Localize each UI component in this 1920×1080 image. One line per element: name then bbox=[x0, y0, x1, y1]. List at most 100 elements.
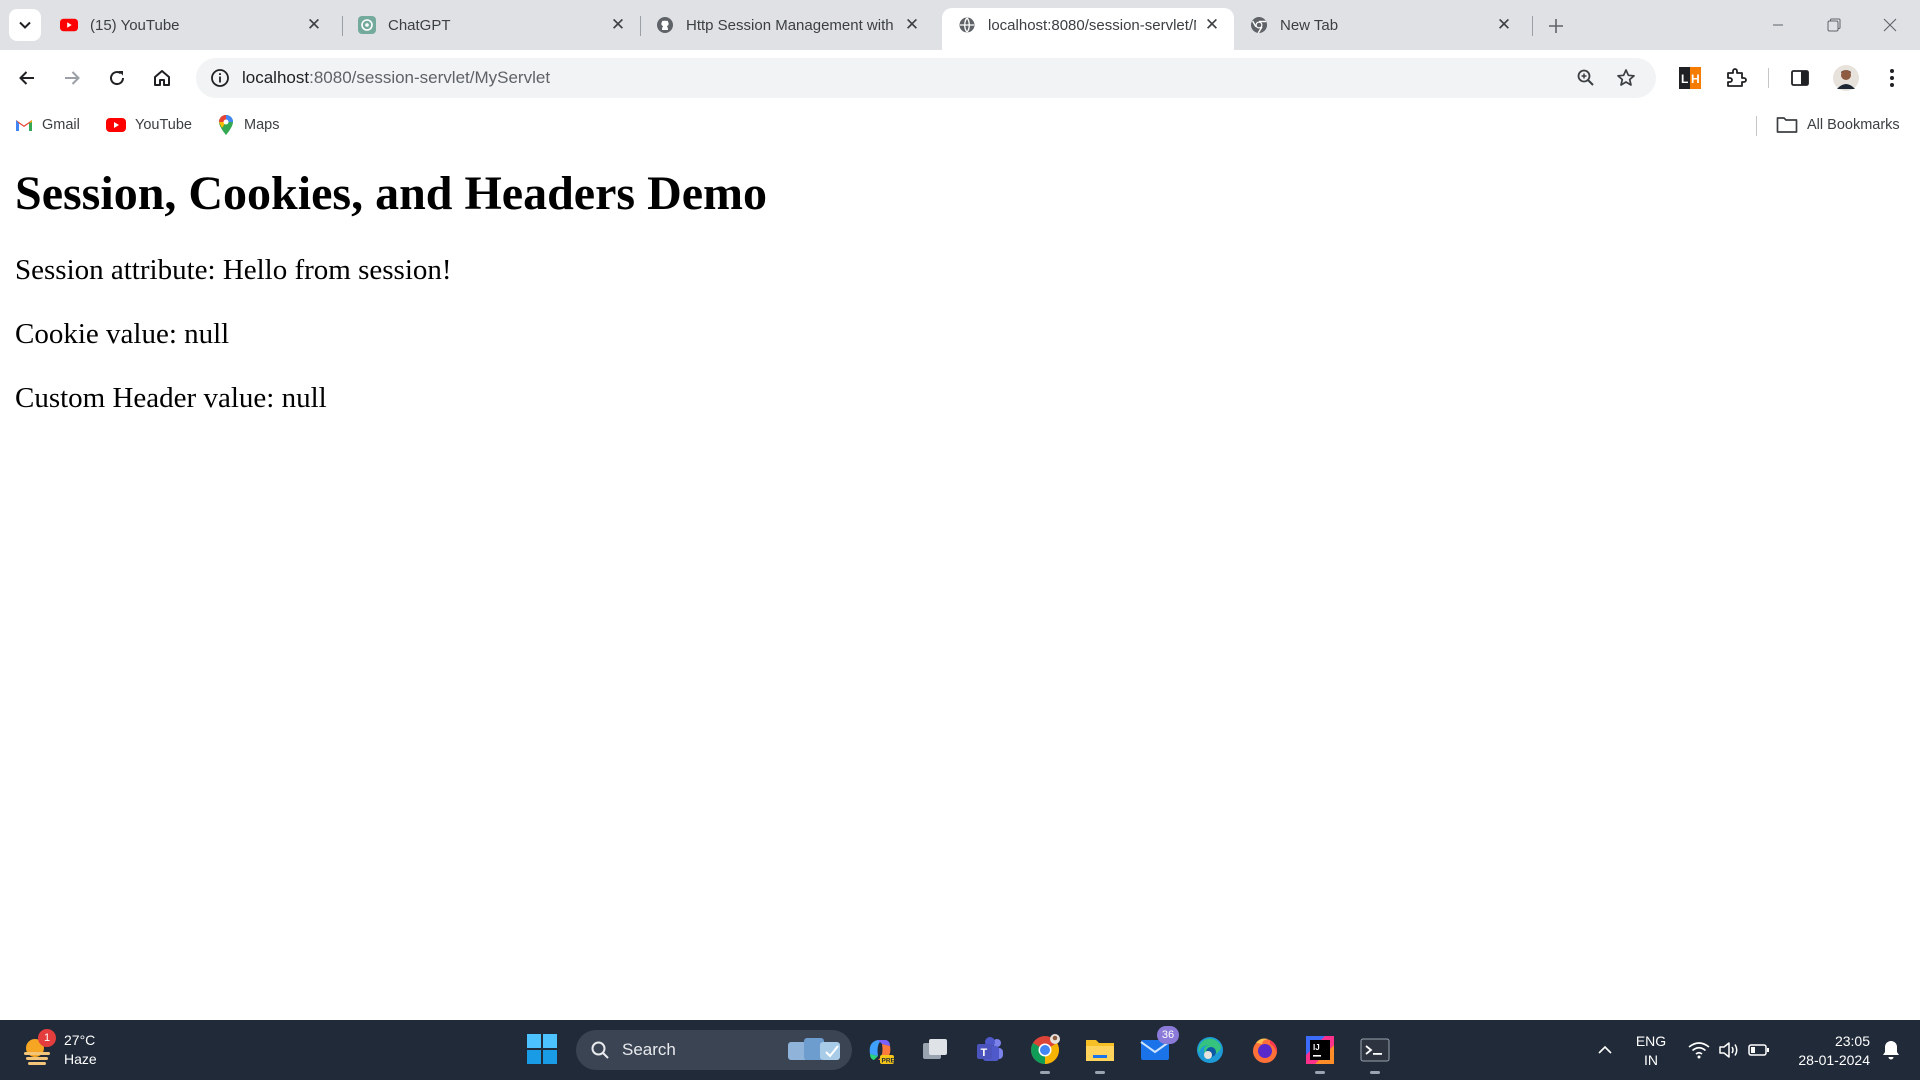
tab-youtube[interactable]: (15) YouTube ✕ bbox=[44, 8, 336, 42]
back-button[interactable] bbox=[9, 60, 45, 96]
zoom-icon[interactable] bbox=[1568, 60, 1604, 96]
running-indicator bbox=[1315, 1071, 1325, 1074]
toolbar-divider bbox=[1768, 68, 1769, 88]
weather-widget[interactable]: 1 27°C Haze bbox=[20, 1028, 97, 1072]
quick-settings-button[interactable] bbox=[1684, 1030, 1774, 1070]
address-bar[interactable]: localhost:8080/session-servlet/MyServlet bbox=[196, 58, 1656, 98]
intellij-button[interactable]: IJ bbox=[1300, 1030, 1340, 1074]
lh-extension-icon: LH bbox=[1679, 67, 1701, 89]
bookmark-gmail[interactable]: Gmail bbox=[15, 112, 80, 138]
bookmarks-bar: Gmail YouTube Maps All Bookmarks bbox=[0, 106, 1920, 144]
restore-button[interactable] bbox=[1806, 0, 1862, 50]
clock-date: 28-01-2024 bbox=[1798, 1052, 1870, 1068]
edge-icon bbox=[1197, 1037, 1223, 1063]
bookmark-star-icon[interactable] bbox=[1608, 60, 1644, 96]
close-icon[interactable]: ✕ bbox=[1494, 15, 1514, 35]
chrome-button[interactable] bbox=[1025, 1030, 1065, 1074]
intellij-icon: IJ bbox=[1306, 1036, 1334, 1064]
browser-menu-button[interactable] bbox=[1874, 60, 1910, 96]
gmail-icon bbox=[15, 116, 33, 134]
search-icon bbox=[591, 1041, 609, 1059]
svg-text:L: L bbox=[1681, 72, 1688, 86]
session-attribute-text: Session attribute: Hello from session! bbox=[15, 254, 452, 286]
close-icon[interactable]: ✕ bbox=[608, 15, 628, 35]
plus-icon bbox=[1549, 19, 1563, 33]
profile-avatar[interactable] bbox=[1828, 60, 1864, 96]
close-window-button[interactable] bbox=[1862, 0, 1918, 50]
tab-github[interactable]: Http Session Management with ✕ bbox=[640, 8, 938, 42]
weather-notification-badge: 1 bbox=[38, 1029, 56, 1047]
show-hidden-icons-button[interactable] bbox=[1590, 1030, 1620, 1070]
start-button[interactable] bbox=[526, 1033, 562, 1069]
all-bookmarks-label: All Bookmarks bbox=[1807, 117, 1900, 133]
teams-button[interactable]: T bbox=[970, 1030, 1010, 1070]
search-highlight-icon bbox=[788, 1038, 840, 1060]
taskbar-clock[interactable]: 23:05 28-01-2024 bbox=[1780, 1032, 1870, 1070]
language-region: IN bbox=[1644, 1052, 1658, 1068]
minimize-button[interactable] bbox=[1750, 0, 1806, 50]
youtube-icon bbox=[106, 116, 126, 134]
tab-localhost-active[interactable]: localhost:8080/session-servlet/M ✕ bbox=[942, 8, 1234, 50]
taskbar-search[interactable]: Search bbox=[576, 1030, 852, 1070]
copilot-button[interactable]: PRE bbox=[860, 1030, 900, 1070]
terminal-button[interactable] bbox=[1355, 1030, 1395, 1074]
tab-chatgpt[interactable]: ChatGPT ✕ bbox=[342, 8, 640, 42]
tab-new-tab[interactable]: New Tab ✕ bbox=[1234, 8, 1526, 42]
all-bookmarks-button[interactable]: All Bookmarks bbox=[1776, 112, 1900, 138]
home-icon bbox=[154, 70, 170, 86]
language-indicator[interactable]: ENG IN bbox=[1626, 1032, 1676, 1070]
forward-button[interactable] bbox=[54, 60, 90, 96]
edge-button[interactable] bbox=[1190, 1030, 1230, 1070]
lighthouse-extension-button[interactable]: LH bbox=[1672, 60, 1708, 96]
reload-button[interactable] bbox=[99, 60, 135, 96]
restore-icon bbox=[1827, 18, 1841, 32]
weather-haze-icon: 1 bbox=[20, 1029, 56, 1067]
search-label: Search bbox=[622, 1040, 676, 1059]
copilot-icon: PRE bbox=[869, 1040, 896, 1065]
maps-icon bbox=[217, 115, 235, 135]
chrome-icon bbox=[1031, 1034, 1060, 1064]
file-explorer-icon bbox=[1086, 1040, 1114, 1061]
tab-search-button[interactable] bbox=[9, 9, 41, 41]
bookmark-youtube[interactable]: YouTube bbox=[106, 112, 192, 138]
close-icon[interactable]: ✕ bbox=[304, 15, 324, 35]
custom-header-value-text: Custom Header value: null bbox=[15, 382, 327, 414]
volume-icon bbox=[1719, 1042, 1738, 1058]
youtube-icon bbox=[60, 16, 78, 34]
weather-condition: Haze bbox=[64, 1051, 97, 1067]
mail-button[interactable]: 36 bbox=[1135, 1026, 1179, 1070]
page-content: Session, Cookies, and Headers Demo Sessi… bbox=[0, 144, 1920, 1020]
extensions-button[interactable] bbox=[1718, 60, 1754, 96]
close-icon[interactable]: ✕ bbox=[902, 15, 922, 35]
url-host: localhost bbox=[242, 68, 310, 87]
tab-title: Http Session Management with bbox=[686, 16, 894, 34]
svg-text:T: T bbox=[981, 1047, 988, 1059]
task-view-icon bbox=[923, 1039, 947, 1059]
browser-toolbar: localhost:8080/session-servlet/MyServlet… bbox=[0, 50, 1920, 106]
chatgpt-icon bbox=[358, 16, 376, 34]
close-icon[interactable]: ✕ bbox=[1202, 15, 1222, 35]
weather-text: 27°C Haze bbox=[64, 1031, 97, 1069]
tab-title: (15) YouTube bbox=[90, 16, 180, 34]
address-url[interactable]: localhost:8080/session-servlet/MyServlet bbox=[242, 68, 550, 88]
firefox-button[interactable] bbox=[1245, 1030, 1285, 1070]
tab-title: ChatGPT bbox=[388, 16, 451, 34]
language-code: ENG bbox=[1635, 1033, 1667, 1049]
puzzle-icon bbox=[1727, 68, 1747, 87]
wifi-icon bbox=[1688, 1042, 1710, 1059]
home-button[interactable] bbox=[144, 60, 180, 96]
bookmark-maps[interactable]: Maps bbox=[217, 112, 279, 138]
task-view-button[interactable] bbox=[915, 1030, 955, 1070]
chevron-up-icon bbox=[1598, 1045, 1612, 1054]
svg-text:H: H bbox=[1691, 72, 1700, 86]
side-panel-button[interactable] bbox=[1782, 60, 1818, 96]
tab-separator bbox=[1532, 16, 1533, 36]
new-tab-button[interactable] bbox=[1542, 12, 1570, 40]
bookmarks-divider bbox=[1756, 116, 1757, 136]
file-explorer-button[interactable] bbox=[1080, 1030, 1120, 1074]
bookmark-label: Gmail bbox=[42, 117, 80, 133]
firefox-icon bbox=[1253, 1038, 1278, 1063]
notifications-button[interactable] bbox=[1876, 1030, 1906, 1070]
windows-taskbar: 1 27°C Haze Search PRE T 36 IJ ENG IN 23… bbox=[0, 1020, 1920, 1080]
site-info-icon[interactable] bbox=[200, 58, 240, 98]
